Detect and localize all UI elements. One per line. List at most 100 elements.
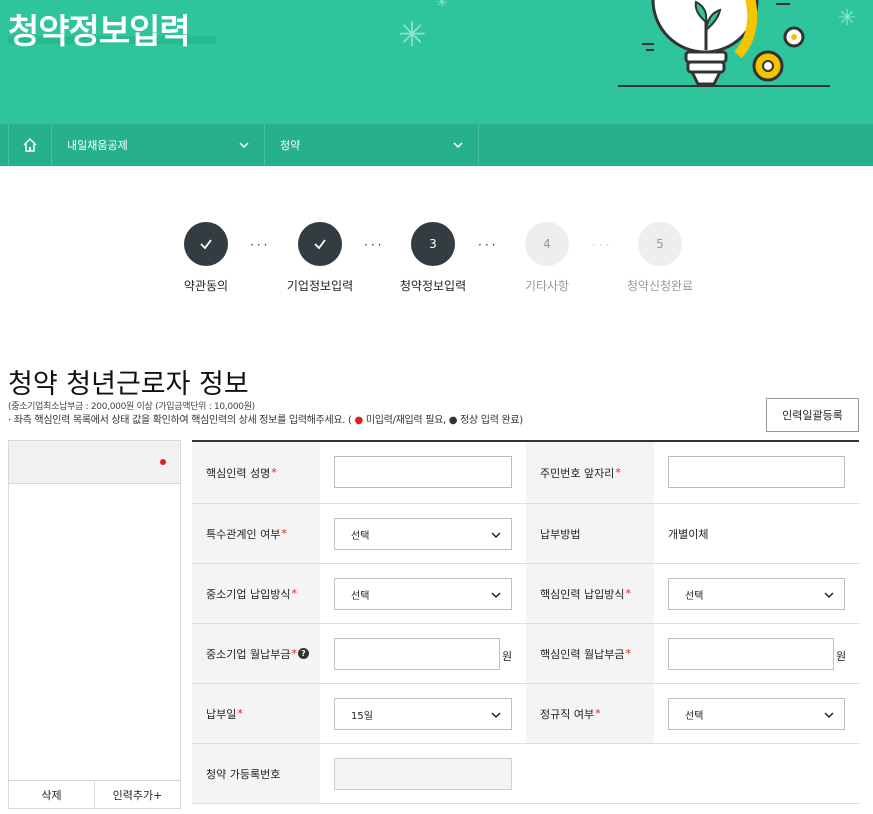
form-row: 중소기업 월납부금 *? 원 핵심인력 월납부금 * 원: [192, 624, 859, 684]
home-icon: [23, 137, 37, 152]
payment-day-select[interactable]: 15일: [334, 698, 512, 730]
label-text: 청약 가등록번호: [206, 767, 281, 781]
core-monthly-label: 핵심인력 월납부금 *: [526, 624, 654, 683]
label-text: 핵심인력 성명: [206, 466, 271, 480]
core-monthly-input[interactable]: [668, 638, 834, 670]
required-mark: *: [595, 707, 601, 720]
home-button[interactable]: [8, 124, 52, 166]
label-text: 중소기업 월납부금: [206, 647, 291, 661]
label-text: 납부방법: [540, 527, 581, 541]
step-connector: ···: [364, 238, 385, 252]
add-staff-button[interactable]: 인력추가+: [94, 781, 180, 808]
nav-dropdown-category[interactable]: 청약: [265, 124, 479, 166]
header-banner: 청약정보입력 ✳ ✳ ✳: [0, 0, 873, 124]
guide-red-text: 미입력/재입력 필요,: [365, 415, 446, 426]
special-relation-select[interactable]: 선택: [334, 518, 512, 550]
delete-button[interactable]: 삭제: [9, 781, 94, 808]
incomplete-status-dot-icon: [160, 459, 166, 465]
checkmark-icon: [314, 239, 326, 250]
step-2-label: 기업정보입력: [286, 279, 354, 293]
core-staff-list: 삭제 인력추가+: [8, 440, 181, 809]
required-mark: *: [615, 466, 621, 479]
regular-label: 정규직 여부 *: [526, 684, 654, 743]
nav-dropdown-label: 내일채움공제: [67, 139, 128, 152]
breadcrumb-nav: 내일채움공제 청약: [0, 124, 873, 166]
step-2-circle: [298, 222, 342, 266]
label-text: 납부일: [206, 707, 237, 721]
payment-method-value: 개별이체: [668, 527, 709, 541]
special-relation-label: 특수관계인 여부 *: [192, 504, 320, 563]
chevron-down-icon: [453, 142, 463, 149]
form-row: 청약 가등록번호: [192, 744, 859, 804]
rrn-front-input[interactable]: [668, 456, 845, 488]
rrn-front-label: 주민번호 앞자리 *: [526, 442, 654, 503]
core-payment-type-label: 핵심인력 납입방식 *: [526, 564, 654, 623]
bulk-register-button[interactable]: 인력일괄등록: [766, 398, 859, 432]
sme-payment-type-label: 중소기업 납입방식 *: [192, 564, 320, 623]
required-mark: *: [291, 647, 297, 660]
step-5-label: 청약신청완료: [626, 279, 694, 293]
required-mark: *: [281, 527, 287, 540]
payment-method-label: 납부방법: [526, 504, 654, 563]
core-name-input[interactable]: [334, 456, 512, 488]
payment-day-label: 납부일 *: [192, 684, 320, 743]
step-1-label: 약관동의: [183, 279, 229, 293]
guide-dark-text: 정상 입력 완료): [460, 415, 523, 426]
core-name-label: 핵심인력 성명 *: [192, 442, 320, 503]
guide-text: · 좌측 핵심인력 목록에서 상태 값을 확인하여 핵심인력의 상세 정보를 입…: [8, 415, 352, 426]
chevron-down-icon: [824, 592, 834, 599]
list-actions: 삭제 인력추가+: [9, 780, 180, 808]
sme-monthly-label: 중소기업 월납부금 *?: [192, 624, 320, 683]
label-text: 핵심인력 월납부금: [540, 647, 625, 661]
select-value: 선택: [685, 710, 704, 722]
label-text: 주민번호 앞자리: [540, 466, 615, 480]
unit-label: 원: [502, 650, 513, 663]
lightbulb-illustration: [618, 0, 830, 87]
nav-dropdown-product[interactable]: 내일채움공제: [52, 124, 265, 166]
required-mark: *: [271, 466, 277, 479]
step-3-label: 청약정보입력: [399, 279, 467, 293]
sparkle-icon: ✳: [398, 15, 427, 55]
required-mark: *: [625, 587, 631, 600]
dark-status-dot-icon: ●: [448, 415, 458, 426]
select-value: 선택: [685, 590, 704, 602]
step-connector: ···: [250, 238, 271, 252]
label-text: 핵심인력 납입방식: [540, 587, 625, 601]
required-mark: *: [625, 647, 631, 660]
chevron-down-icon: [491, 532, 501, 539]
chevron-down-icon: [824, 712, 834, 719]
sparkle-icon: ✳: [436, 0, 448, 11]
required-mark: *: [291, 587, 297, 600]
label-text: 정규직 여부: [540, 707, 595, 721]
page-title: 청약정보입력: [8, 12, 191, 52]
step-connector: ···: [592, 238, 613, 252]
regular-select[interactable]: 선택: [668, 698, 845, 730]
step-3-circle: 3: [411, 222, 455, 266]
step-1-circle: [184, 222, 228, 266]
sme-payment-type-select[interactable]: 선택: [334, 578, 512, 610]
form-row: 핵심인력 성명 * 주민번호 앞자리 *: [192, 442, 859, 504]
unit-label: 원: [836, 650, 847, 663]
form-row: 특수관계인 여부 * 선택 납부방법 개별이체: [192, 504, 859, 564]
select-value: 15일: [351, 710, 373, 722]
help-icon[interactable]: ?: [297, 648, 309, 659]
chevron-down-icon: [491, 592, 501, 599]
checkmark-icon: [200, 239, 212, 250]
step-connector: ···: [478, 238, 499, 252]
core-payment-type-select[interactable]: 선택: [668, 578, 845, 610]
sme-monthly-input[interactable]: [334, 638, 500, 670]
reg-number-input: [334, 758, 512, 790]
form-row: 납부일 * 15일 정규직 여부 * 선택: [192, 684, 859, 744]
select-value: 선택: [351, 590, 370, 602]
label-text: 중소기업 납입방식: [206, 587, 291, 601]
chevron-down-icon: [491, 712, 501, 719]
required-mark: *: [237, 707, 243, 720]
form-row: 중소기업 납입방식 * 선택 핵심인력 납입방식 * 선택: [192, 564, 859, 624]
select-value: 선택: [351, 530, 370, 542]
red-status-dot-icon: ●: [354, 415, 364, 426]
label-text: 특수관계인 여부: [206, 527, 281, 541]
section-title: 청약 청년근로자 정보: [8, 369, 249, 400]
list-item[interactable]: [9, 441, 180, 484]
chevron-down-icon: [239, 142, 249, 149]
step-4-label: 기타사항: [524, 279, 570, 293]
